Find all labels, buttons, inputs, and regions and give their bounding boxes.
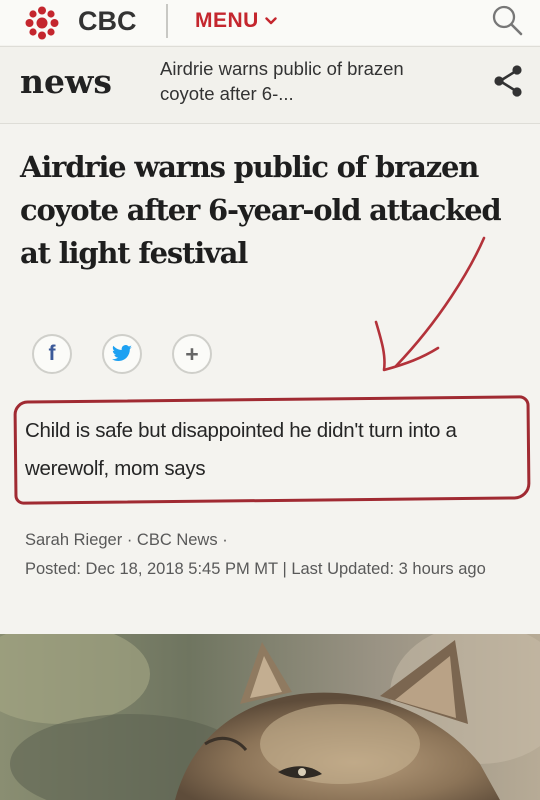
article-lead-image — [0, 634, 540, 800]
search-icon[interactable] — [488, 2, 526, 40]
share-icon[interactable] — [488, 60, 528, 100]
chevron-down-icon — [265, 17, 277, 25]
more-share-button[interactable]: + — [172, 334, 212, 374]
facebook-icon: f — [48, 342, 56, 365]
header-divider — [166, 4, 168, 38]
menu-button[interactable]: MENU — [195, 9, 277, 33]
top-bar: CBC MENU — [0, 0, 540, 45]
article-deck: Child is safe but disappointed he didn't… — [25, 419, 457, 480]
short-article-title: Airdrie warns public of brazen coyote af… — [160, 58, 404, 104]
facebook-share-button[interactable]: f — [32, 334, 72, 374]
author-name[interactable]: Sarah Rieger — [25, 531, 122, 549]
brand-name[interactable]: CBC — [78, 6, 137, 37]
byline-separator: · — [126, 531, 137, 549]
timestamp-divider: | — [282, 560, 292, 578]
twitter-icon — [112, 345, 132, 362]
byline-separator: · — [222, 531, 228, 549]
plus-icon: + — [185, 340, 199, 367]
annotation-arrow-icon — [374, 236, 486, 372]
menu-label: MENU — [195, 9, 259, 32]
article-source: CBC News — [136, 531, 218, 549]
cbc-gem-icon[interactable] — [25, 6, 59, 40]
posted-timestamp: Posted: Dec 18, 2018 5:45 PM MT — [25, 560, 278, 578]
article-byline: Sarah Rieger · CBC News · Posted: Dec 18… — [25, 526, 530, 584]
updated-timestamp: Last Updated: 3 hours ago — [291, 560, 486, 578]
section-label[interactable]: news — [20, 62, 112, 101]
twitter-share-button[interactable] — [102, 334, 142, 374]
